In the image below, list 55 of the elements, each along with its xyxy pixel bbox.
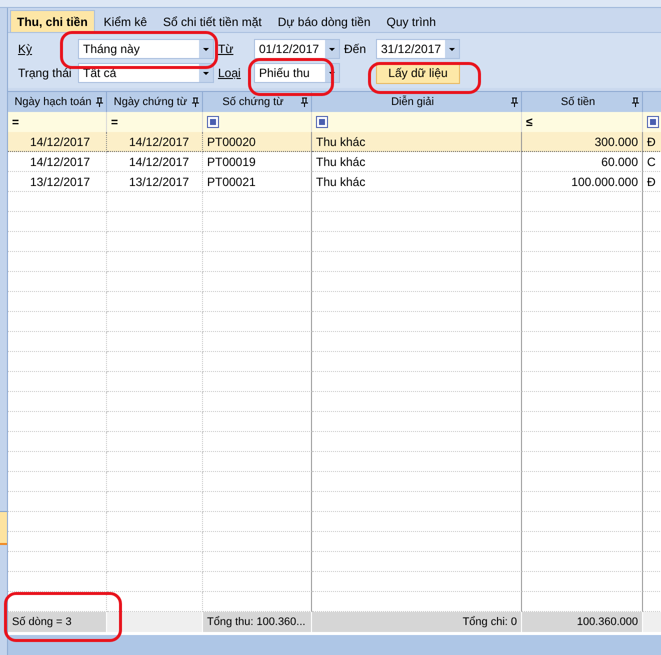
table-cell: 300.000 <box>522 132 643 152</box>
summary-cell: 100.360.000 <box>522 612 643 632</box>
tab[interactable]: Dự báo dòng tiền <box>270 10 378 32</box>
pin-icon[interactable] <box>95 97 104 107</box>
tab[interactable]: Thu, chi tiền <box>10 10 95 32</box>
table-cell: 14/12/2017 <box>107 132 203 152</box>
period-dropdown[interactable]: Tháng này <box>78 39 214 59</box>
table-cell: 14/12/2017 <box>8 152 107 172</box>
pin-icon[interactable] <box>631 97 640 107</box>
date-field[interactable]: 01/12/2017 <box>254 39 340 59</box>
filter-checkbox-icon[interactable] <box>647 116 659 128</box>
tab[interactable]: Kiểm kê <box>96 10 154 32</box>
field-label: Loại <box>217 66 242 80</box>
table-cell: Thu khác <box>312 132 522 152</box>
filter-checkbox-icon[interactable] <box>316 116 328 128</box>
table-cell: 13/12/2017 <box>107 172 203 192</box>
date-field[interactable]: 31/12/2017 <box>376 39 460 59</box>
field-label: Kỳ <box>17 42 34 56</box>
filter-cell[interactable]: = <box>8 112 107 132</box>
type-dropdown[interactable]: Phiếu thu <box>254 63 340 83</box>
filter-checkbox-icon[interactable] <box>207 116 219 128</box>
field-label: Đến <box>343 42 368 56</box>
table-cell: 14/12/2017 <box>107 152 203 172</box>
filter-cell[interactable]: ≤ <box>522 112 643 132</box>
table-cell: 13/12/2017 <box>8 172 107 192</box>
column-header[interactable]: Số tiền <box>522 92 643 112</box>
field-label: Từ <box>217 42 234 56</box>
filter-cell[interactable] <box>203 112 312 132</box>
field-label: Trạng thái <box>17 66 73 80</box>
filter-operator[interactable]: ≤ <box>526 115 533 129</box>
pin-icon[interactable] <box>191 97 200 107</box>
table-cell: Đ <box>643 132 661 152</box>
tab[interactable]: Quy trình <box>380 10 443 32</box>
table-cell: 14/12/2017 <box>8 132 107 152</box>
column-header[interactable]: Diễn giải <box>312 92 522 112</box>
table-cell: PT00020 <box>203 132 312 152</box>
summary-cell: Số dòng = 3 <box>8 612 107 632</box>
pin-icon[interactable] <box>510 97 519 107</box>
filter-cell[interactable] <box>312 112 522 132</box>
column-header[interactable]: Số chứng từ <box>203 92 312 112</box>
table-cell: 60.000 <box>522 152 643 172</box>
table-cell: Thu khác <box>312 152 522 172</box>
filter-operator[interactable]: = <box>12 115 20 129</box>
table-cell: 100.000.000 <box>522 172 643 192</box>
pin-icon[interactable] <box>300 97 309 107</box>
column-header[interactable]: Ngày hạch toán <box>8 92 107 112</box>
column-header[interactable]: Ngày chứng từ <box>107 92 203 112</box>
filter-cell[interactable]: = <box>107 112 203 132</box>
summary-cell: Tổng chi: 0 <box>312 612 522 632</box>
table-cell: Thu khác <box>312 172 522 192</box>
table-cell: PT00019 <box>203 152 312 172</box>
tab[interactable]: Sổ chi tiết tiền mặt <box>156 10 269 32</box>
filter-operator[interactable]: = <box>111 115 118 129</box>
summary-cell: Tổng thu: 100.360... <box>203 612 312 632</box>
table-cell: PT00021 <box>203 172 312 192</box>
